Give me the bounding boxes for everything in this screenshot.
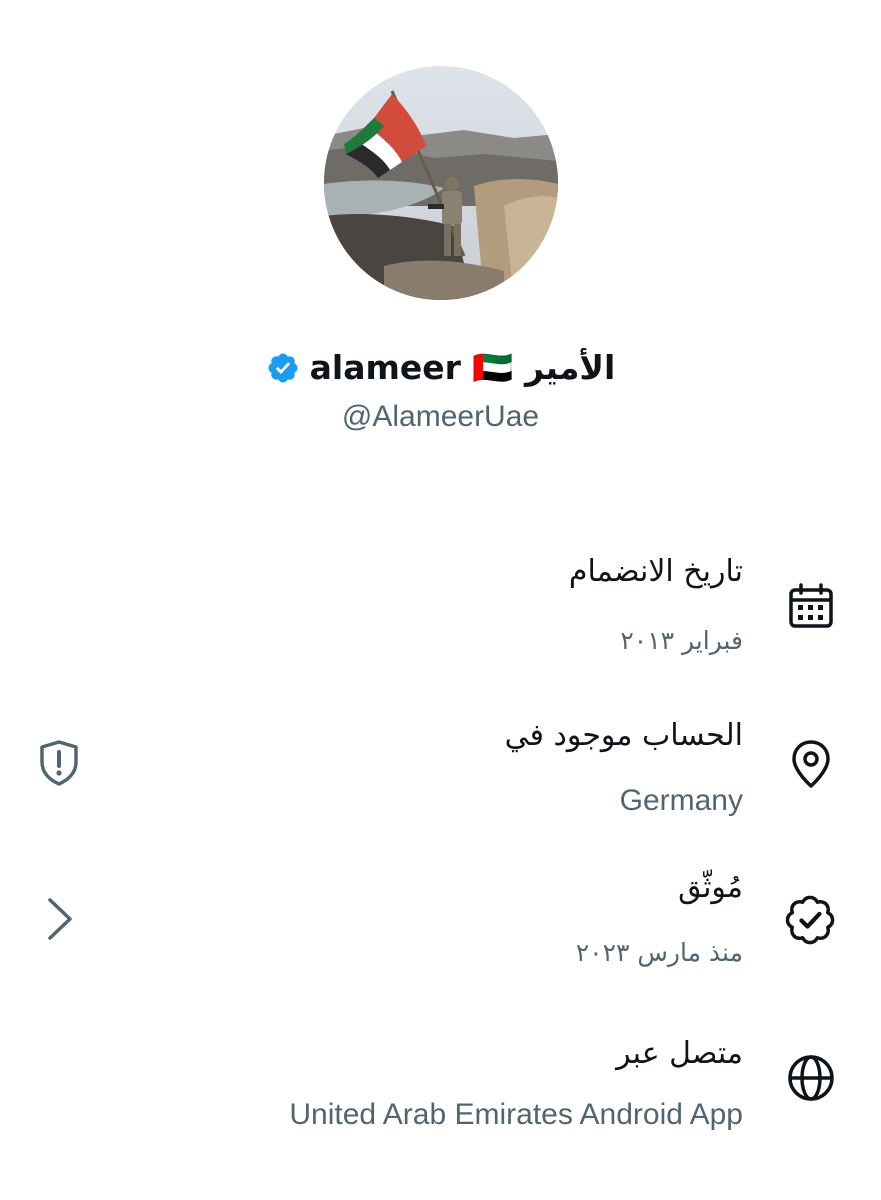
info-row-verified[interactable]: مُوثّق منذ مارس ٢٠٢٣	[0, 866, 881, 976]
verified-value: منذ مارس ٢٠٢٣	[575, 938, 743, 967]
display-name: alameer 🇦🇪 الأمير	[309, 348, 616, 387]
profile-name-row: alameer 🇦🇪 الأمير	[0, 342, 881, 394]
verified-check-icon	[783, 892, 839, 948]
avatar[interactable]	[324, 66, 558, 300]
profile-handle: @AlameerUae	[341, 400, 540, 433]
verified-badge-icon[interactable]	[266, 351, 300, 385]
globe-icon	[783, 1050, 839, 1106]
location-pin-icon	[783, 736, 839, 792]
calendar-icon	[783, 578, 839, 634]
location-label: الحساب موجود في	[504, 718, 743, 753]
shield-alert-icon[interactable]	[32, 736, 86, 790]
profile-about-page: alameer 🇦🇪 الأمير @AlameerUae تاريخ الان…	[0, 0, 881, 1200]
joined-value: فبراير ٢٠١٣	[620, 626, 743, 655]
location-value: Germany	[619, 784, 743, 817]
info-row-connected: متصل عبر United Arab Emirates Android Ap…	[0, 1030, 881, 1140]
connected-label: متصل عبر	[616, 1036, 743, 1071]
avatar-image	[324, 66, 558, 300]
joined-label: تاريخ الانضمام	[568, 554, 743, 589]
info-row-location: الحساب موجود في Germany	[0, 712, 881, 822]
connected-value: United Arab Emirates Android App	[289, 1098, 743, 1131]
info-row-joined: تاريخ الانضمام فبراير ٢٠١٣	[0, 548, 881, 658]
verified-label: مُوثّق	[678, 870, 743, 905]
chevron-right-icon[interactable]	[40, 894, 80, 944]
